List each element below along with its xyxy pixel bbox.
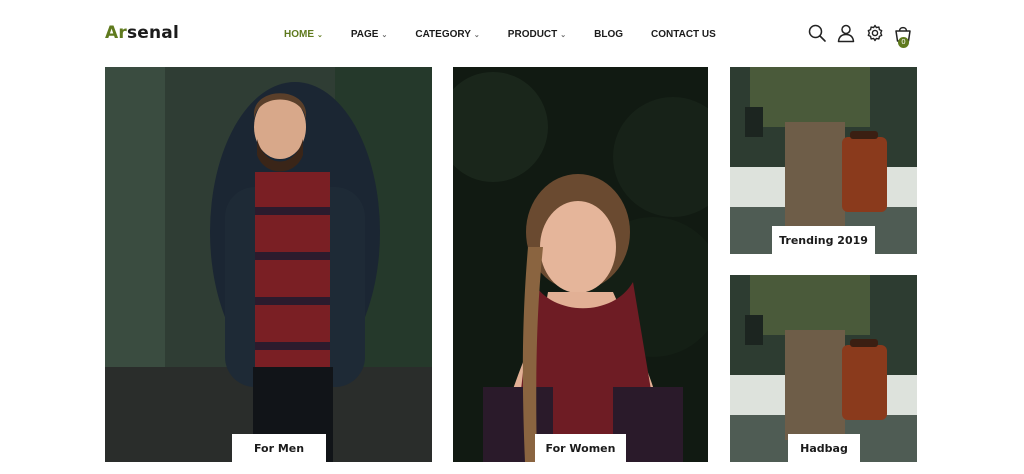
nav-blog-label: BLOG (594, 29, 624, 40)
nav-blog[interactable]: BLOG (594, 29, 623, 40)
women-photo (453, 67, 708, 462)
nav-product[interactable]: PRODUCT ⌄ (508, 29, 566, 40)
chevron-down-icon: ⌄ (560, 31, 567, 39)
nav-contact-us[interactable]: CONTACT US (651, 29, 716, 40)
chevron-down-icon: ⌄ (317, 31, 323, 39)
banner-for-women[interactable]: For Women (453, 67, 708, 462)
banner-handbag[interactable]: Hadbag (730, 275, 917, 462)
cart-count-badge: 0 (898, 37, 909, 48)
cart-icon[interactable]: 0 (893, 23, 913, 48)
banner-label[interactable]: For Men (232, 434, 326, 462)
search-icon[interactable] (807, 23, 827, 43)
banner-label[interactable]: For Women (535, 434, 626, 462)
logo-accent-text: Ar (105, 23, 127, 43)
nav-category[interactable]: CATEGORY ⌄ (415, 29, 479, 40)
site-header: Arsenal HOME ⌄ PAGE ⌄ CATEGORY ⌄ PRODUCT… (0, 0, 1024, 67)
user-icon[interactable] (836, 23, 856, 43)
nav-home-label: HOME (284, 29, 314, 40)
nav-page-label: PAGE (350, 29, 379, 40)
site-logo[interactable]: Arsenal (105, 23, 179, 43)
nav-contact-label: CONTACT US (651, 29, 716, 40)
banner-for-men[interactable]: For Men (105, 67, 432, 462)
settings-icon[interactable] (865, 23, 885, 43)
nav-product-label: PRODUCT (507, 29, 558, 40)
header-actions: 0 (807, 23, 917, 51)
main-nav: HOME ⌄ PAGE ⌄ CATEGORY ⌄ PRODUCT ⌄ BLOG … (284, 29, 716, 40)
nav-page[interactable]: PAGE ⌄ (351, 29, 387, 40)
logo-rest-text: senal (126, 23, 180, 43)
nav-category-label: CATEGORY (415, 29, 471, 40)
chevron-down-icon: ⌄ (381, 31, 388, 39)
banner-label[interactable]: Trending 2019 (772, 226, 875, 254)
chevron-down-icon: ⌄ (473, 31, 480, 39)
banner-label[interactable]: Hadbag (788, 434, 860, 462)
men-photo (105, 67, 432, 462)
banner-trending-2019[interactable]: Trending 2019 (730, 67, 917, 254)
nav-home[interactable]: HOME ⌄ (284, 29, 323, 40)
